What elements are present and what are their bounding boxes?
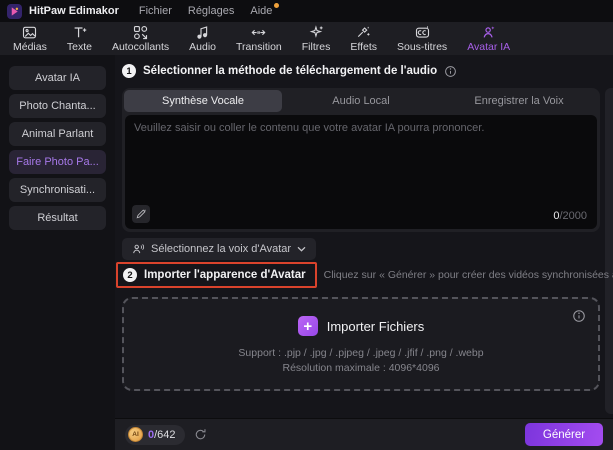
import-files-button[interactable]: + Importer Fichiers [124,316,598,336]
avatar-voice-select[interactable]: Sélectionnez la voix d'Avatar [122,238,316,260]
tab-medias[interactable]: Médias [3,22,57,55]
tab-label: Filtres [302,41,331,53]
tab-label: Transition [236,41,282,53]
char-count-limit: /2000 [559,210,587,222]
import-dropzone[interactable]: + Importer Fichiers Support : .pjp / .jp… [122,297,600,391]
step2-hint: Cliquez sur « Générer » pour créer des v… [324,269,613,281]
tab-label: Médias [13,41,47,53]
app-title: HitPaw Edimakor [29,5,119,17]
step2-annotation-box: 2 Importer l'apparence d'Avatar [116,262,317,288]
credits-pill[interactable]: AI 0/642 [125,425,185,445]
info-icon[interactable] [444,65,457,78]
menu-aide-label: Aide [250,5,272,17]
tab-label: Sous-titres [397,41,447,53]
max-resolution: Résolution maximale : 4096*4096 [124,362,598,374]
voice-person-icon [132,243,145,256]
tab-transition[interactable]: Transition [226,22,292,55]
tab-audio[interactable]: Audio [179,22,226,55]
tab-effets[interactable]: Effets [340,22,387,55]
subtitles-icon [415,25,430,40]
tab-texte[interactable]: Texte [57,22,102,55]
avatar-ai-icon [481,25,496,40]
voice-select-label: Sélectionnez la voix d'Avatar [151,243,291,255]
sidebar-item-photo-chantante[interactable]: Photo Chanta... [9,94,106,118]
generate-button[interactable]: Générer [525,423,603,446]
supported-formats: Support : .pjp / .jpg / .pjpeg / .jpeg /… [124,347,598,359]
menu-reglages[interactable]: Réglages [180,5,242,17]
char-count: 0/2000 [553,210,587,222]
tab-sous-titres[interactable]: Sous-titres [387,22,457,55]
audio-icon [195,25,210,40]
ai-coin-icon: AI [128,427,143,442]
filters-icon [309,25,324,40]
menu-aide[interactable]: Aide [242,5,280,17]
step1-header: 1 Sélectionner la méthode de téléchargem… [122,64,457,78]
credits-total: /642 [154,429,175,441]
voice-tab-bar: Synthèse Vocale Audio Local Enregistrer … [122,88,600,112]
tab-label: Audio [189,41,216,53]
audio-method-panel: Synthèse Vocale Audio Local Enregistrer … [122,88,600,232]
main-toolbar: Médias Texte Autocollants [0,22,613,55]
refresh-icon[interactable] [194,428,207,441]
ai-rewrite-button[interactable] [132,205,150,223]
app-logo [7,4,22,19]
step1-title: Sélectionner la méthode de téléchargemen… [143,65,437,77]
transition-icon [251,25,266,40]
media-icon [22,25,37,40]
ai-pen-icon [135,208,147,220]
tab-label: Texte [67,41,92,53]
main-content: 1 Sélectionner la méthode de téléchargem… [115,55,613,450]
sidebar-item-faire-photo-parlante[interactable]: Faire Photo Pa... [9,150,106,174]
tts-textbox: 0/2000 [125,115,597,229]
text-icon [72,25,87,40]
title-bar: HitPaw Edimakor Fichier Réglages Aide [0,0,613,22]
step2-title: Importer l'apparence d'Avatar [144,269,306,281]
step2-number-badge: 2 [123,268,137,282]
tab-autocollants[interactable]: Autocollants [102,22,179,55]
plus-icon: + [298,316,318,336]
step1-number-badge: 1 [122,64,136,78]
sidebar-item-animal-parlant[interactable]: Animal Parlant [9,122,106,146]
sidebar: Avatar IA Photo Chanta... Animal Parlant… [0,55,115,450]
tab-avatar-ia[interactable]: Avatar IA [457,22,520,55]
tab-label: Avatar IA [467,41,510,53]
play-logo-icon [9,6,20,17]
notification-dot [274,3,279,8]
chevron-down-icon [297,246,306,252]
tab-label: Effets [350,41,377,53]
right-edge-panel [605,88,613,414]
credits-count: 0/642 [148,429,176,441]
effects-icon [356,25,371,40]
tab-filtres[interactable]: Filtres [292,22,341,55]
tab-label: Autocollants [112,41,169,53]
tab-synthese-vocale[interactable]: Synthèse Vocale [124,90,282,112]
sidebar-item-synchronisation[interactable]: Synchronisati... [9,178,106,202]
footer-bar: AI 0/642 Générer [115,418,613,450]
info-icon[interactable] [572,309,586,323]
sidebar-item-resultat[interactable]: Résultat [9,206,106,230]
tts-text-input[interactable] [125,115,597,229]
menu-fichier[interactable]: Fichier [131,5,180,17]
import-files-label: Importer Fichiers [327,319,425,334]
sidebar-item-avatar-ia[interactable]: Avatar IA [9,66,106,90]
stickers-icon [133,25,148,40]
tab-audio-local[interactable]: Audio Local [282,90,440,112]
step2-row: 2 Importer l'apparence d'Avatar Cliquez … [115,262,613,288]
tab-enregistrer-la-voix[interactable]: Enregistrer la Voix [440,90,598,112]
